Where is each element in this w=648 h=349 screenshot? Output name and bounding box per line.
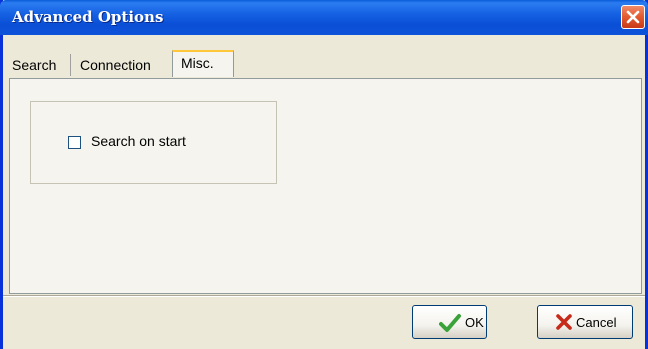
advanced-options-dialog: Advanced Options Search Connection Misc.… — [0, 0, 648, 349]
button-separator — [3, 295, 645, 297]
misc-tab-panel: Search on start — [9, 78, 642, 294]
search-on-start-checkbox[interactable] — [68, 136, 81, 149]
title-bar[interactable]: Advanced Options — [0, 0, 648, 35]
tab-connection-label: Connection — [80, 57, 151, 73]
close-button[interactable] — [621, 5, 645, 29]
ok-button[interactable]: OK — [412, 305, 487, 339]
tab-search[interactable]: Search — [9, 54, 71, 76]
tab-misc[interactable]: Misc. — [172, 50, 234, 77]
cancel-button-label: Cancel — [576, 315, 617, 330]
tab-search-label: Search — [12, 57, 57, 73]
options-groupbox: Search on start — [30, 101, 277, 184]
ok-button-label: OK — [465, 315, 484, 330]
tab-connection[interactable]: Connection — [77, 54, 172, 76]
search-on-start-label[interactable]: Search on start — [91, 133, 186, 149]
dialog-client-area: Search Connection Misc. Search on start … — [3, 35, 645, 349]
tab-misc-label: Misc. — [181, 55, 214, 71]
window-title: Advanced Options — [12, 8, 164, 26]
close-icon — [626, 10, 640, 24]
checkmark-icon — [439, 314, 461, 332]
cancel-button[interactable]: Cancel — [537, 305, 633, 339]
x-icon — [556, 314, 572, 330]
